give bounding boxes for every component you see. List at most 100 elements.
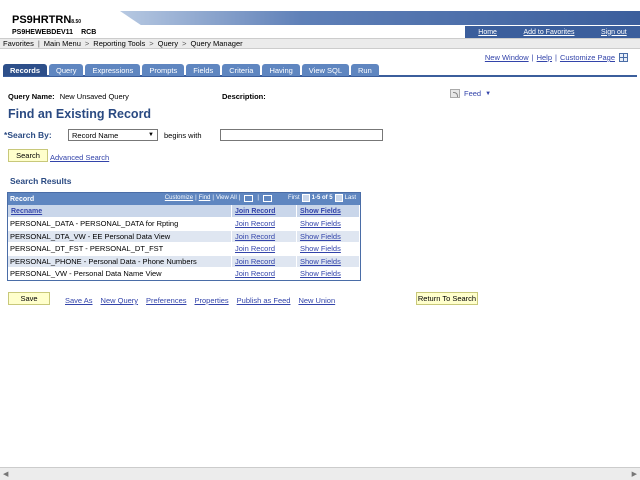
save-button[interactable]: Save — [8, 292, 50, 305]
join-record-link[interactable]: Join Record — [232, 230, 297, 242]
join-record-link[interactable]: Join Record — [232, 268, 297, 280]
grid-icon[interactable] — [619, 53, 628, 62]
help-link[interactable]: Help — [537, 53, 552, 62]
app-version: 8.50 — [71, 19, 82, 25]
table-row: PERSONAL_VW - Personal Data Name View Jo… — [8, 267, 360, 280]
breadcrumb-separator: > — [84, 39, 90, 48]
join-record-link[interactable]: Join Record — [232, 218, 297, 230]
return-to-search-button[interactable]: Return To Search — [416, 292, 478, 305]
search-results-title: Search Results — [10, 176, 72, 186]
user-id: RCB — [81, 29, 97, 36]
advanced-search-link[interactable]: Advanced Search — [50, 153, 109, 162]
tab-view-sql[interactable]: View SQL — [301, 64, 350, 76]
db-line: PS9HEWEBDEV11 RCB — [12, 29, 96, 36]
join-record-link[interactable]: Join Record — [232, 243, 297, 255]
last-label: Last — [344, 195, 356, 201]
search-by-select[interactable]: Record Name ▼ — [68, 129, 158, 141]
breadcrumb: Favorites | Main Menu > Reporting Tools > Q… — [0, 38, 640, 49]
show-fields-link[interactable]: Show Fields — [297, 268, 360, 280]
column-join-record[interactable]: Join Record — [232, 205, 297, 217]
tab-query[interactable]: Query — [49, 64, 84, 76]
show-fields-link[interactable]: Show Fields — [297, 255, 360, 267]
rss-feed-icon — [450, 89, 460, 98]
tab-having[interactable]: Having — [262, 64, 300, 76]
tab-run[interactable]: Run — [351, 64, 379, 76]
page-title: Find an Existing Record — [8, 107, 152, 121]
column-show-fields[interactable]: Show Fields — [297, 205, 360, 217]
table-row: PERSONAL_DTA_VW - EE Personal Data View … — [8, 229, 360, 242]
scroll-right-icon[interactable]: ▶ — [632, 470, 637, 478]
show-fields-link[interactable]: Show Fields — [297, 243, 360, 255]
chevron-down-icon: ▼ — [485, 90, 492, 97]
breadcrumb-reporting-tools[interactable]: Reporting Tools — [93, 39, 145, 48]
table-row: PERSONAL_DATA - PERSONAL_DATA for Rpting… — [8, 217, 360, 230]
record-name: PERSONAL_DTA_VW - EE Personal Data View — [8, 230, 232, 242]
feed-dropdown[interactable]: Feed ▼ — [450, 89, 491, 98]
feed-label: Feed — [464, 89, 482, 98]
tab-fields[interactable]: Fields — [186, 64, 221, 76]
nav-separator: | — [238, 195, 241, 201]
page-links: New Window | Help | Customize Page — [485, 53, 628, 62]
column-recname[interactable]: Recname — [8, 205, 232, 217]
query-name: Query Name: New Unsaved Query — [8, 92, 129, 101]
next-arrow-icon[interactable] — [334, 194, 343, 202]
breadcrumb-main-menu[interactable]: Main Menu — [44, 39, 81, 48]
first-label: First — [287, 195, 300, 201]
add-to-favorites-link[interactable]: Add to Favorites — [524, 29, 575, 36]
breadcrumb-query[interactable]: Query — [158, 39, 178, 48]
tab-records[interactable]: Records — [3, 64, 48, 76]
record-name: PERSONAL_PHONE - Personal Data - Phone N… — [8, 255, 232, 267]
breadcrumb-favorites[interactable]: Favorites — [3, 39, 34, 48]
find-link[interactable]: Find — [199, 195, 211, 201]
query-name-label: Query Name: — [8, 92, 55, 101]
preferences-link[interactable]: Preferences — [146, 296, 186, 305]
chevron-down-icon: ▼ — [148, 132, 154, 138]
nav-separator: | — [257, 195, 259, 201]
horizontal-scrollbar[interactable]: ◀ ▶ — [0, 467, 640, 480]
tab-criteria[interactable]: Criteria — [222, 64, 261, 76]
home-link[interactable]: Home — [478, 29, 497, 36]
view-all-link[interactable]: View All — [216, 195, 237, 201]
search-by-text: Search By: — [7, 130, 52, 140]
search-by-selected: Record Name — [72, 130, 119, 140]
chart-icon[interactable] — [262, 194, 272, 202]
record-name: PERSONAL_VW - Personal Data Name View — [8, 268, 232, 280]
show-fields-link[interactable]: Show Fields — [297, 230, 360, 242]
tab-prompts[interactable]: Prompts — [142, 64, 185, 76]
new-window-link[interactable]: New Window — [485, 53, 529, 62]
save-as-link[interactable]: Save As — [65, 296, 93, 305]
show-fields-link[interactable]: Show Fields — [297, 218, 360, 230]
results-grid: Record Customize | Find | View All | | Firs… — [7, 192, 361, 281]
join-record-link[interactable]: Join Record — [232, 255, 297, 267]
header-links: Home Add to Favorites Sign out — [465, 26, 640, 38]
column-headers: Recname Join Record Show Fields — [8, 205, 360, 217]
download-icon[interactable] — [244, 194, 254, 202]
nav-separator: | — [195, 195, 197, 201]
action-links: Save As New Query Preferences Properties… — [65, 296, 343, 305]
scroll-left-icon[interactable]: ◀ — [3, 470, 8, 478]
record-name: PERSONAL_DT_FST - PERSONAL_DT_FST — [8, 243, 232, 255]
breadcrumb-query-manager[interactable]: Query Manager — [191, 39, 243, 48]
search-input[interactable] — [220, 129, 383, 141]
customize-page-link[interactable]: Customize Page — [560, 53, 615, 62]
record-name: PERSONAL_DATA - PERSONAL_DATA for Rpting — [8, 218, 232, 230]
tab-bar: Records Query Expressions Prompts Fields… — [3, 64, 637, 77]
sign-out-link[interactable]: Sign out — [601, 29, 627, 36]
app-name: PS9HRTRN — [12, 14, 72, 26]
customize-link[interactable]: Customize — [165, 195, 193, 201]
search-button[interactable]: Search — [8, 149, 48, 162]
breadcrumb-separator: | — [37, 39, 40, 48]
properties-link[interactable]: Properties — [194, 296, 228, 305]
new-union-link[interactable]: New Union — [298, 296, 335, 305]
publish-as-feed-link[interactable]: Publish as Feed — [237, 296, 291, 305]
tab-expressions[interactable]: Expressions — [85, 64, 141, 76]
grid-navigation: Customize | Find | View All | | First 1-5 o… — [165, 194, 356, 202]
description-label: Description: — [222, 92, 266, 101]
previous-arrow-icon[interactable] — [301, 194, 310, 202]
table-row: PERSONAL_PHONE - Personal Data - Phone N… — [8, 254, 360, 267]
breadcrumb-separator: > — [182, 39, 187, 48]
link-separator: | — [555, 53, 557, 62]
new-query-link[interactable]: New Query — [101, 296, 139, 305]
nav-separator: | — [212, 195, 214, 201]
link-separator: | — [531, 53, 534, 62]
